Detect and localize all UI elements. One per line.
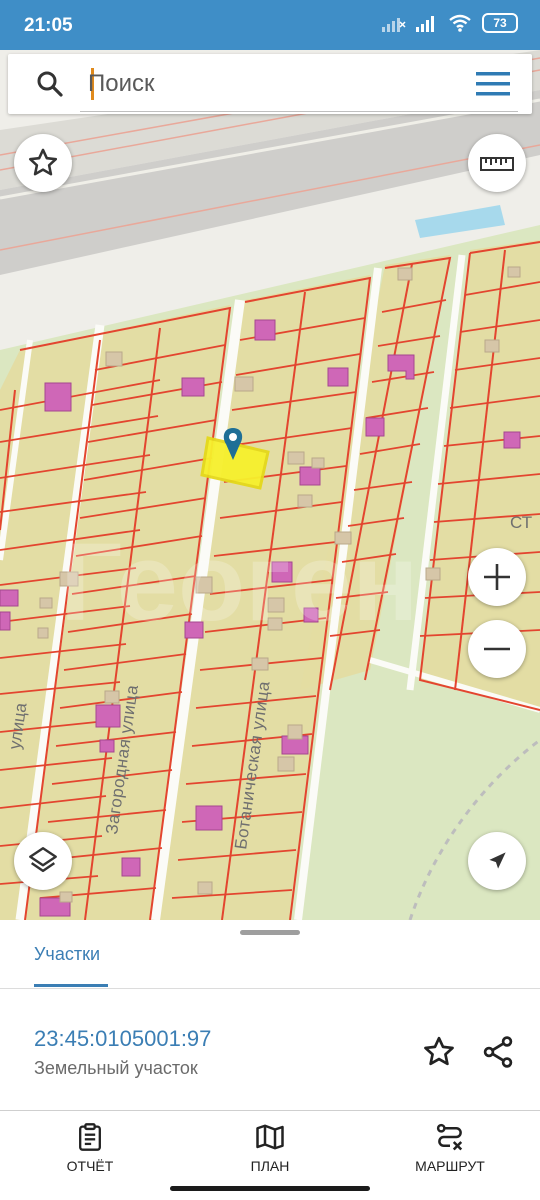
street-label-st: СТ (510, 513, 532, 532)
layers-icon (29, 847, 57, 873)
battery-indicator: 73 (482, 13, 518, 33)
signal-icon (416, 16, 434, 32)
parcel-number-link[interactable]: 23:45:0105001:97 (34, 1026, 211, 1052)
clipboard-icon (79, 1123, 101, 1151)
ruler-icon (480, 157, 514, 171)
plus-icon (484, 564, 510, 590)
zoom-out-button[interactable] (468, 620, 526, 678)
svg-text:Геоген: Геоген (60, 521, 419, 644)
zoom-in-button[interactable] (468, 548, 526, 606)
tab-parcels[interactable]: Участки (34, 944, 100, 965)
nav-report-button[interactable]: ОТЧЁТ (10, 1116, 170, 1186)
favorites-button[interactable] (14, 134, 72, 192)
nav-plan-button[interactable]: ПЛАН (190, 1116, 350, 1186)
status-bar: 21:05 73 (0, 0, 540, 50)
tab-divider (0, 988, 540, 989)
signal-off-icon (382, 18, 406, 32)
ruler-button[interactable] (468, 134, 526, 192)
route-icon (436, 1123, 463, 1151)
navigation-arrow-icon (489, 852, 506, 869)
sheet-drag-handle[interactable] (240, 930, 300, 935)
nav-plan-label: ПЛАН (250, 1158, 290, 1174)
bottom-nav-divider (0, 1110, 540, 1111)
bottom-sheet[interactable]: Участки 23:45:0105001:97 Земельный участ… (0, 920, 540, 1200)
search-icon[interactable] (36, 70, 64, 98)
cadastral-map[interactable]: Геоген Загородная улица Ботаническая ули… (0, 50, 540, 920)
map-view[interactable]: Геоген Загородная улица Ботаническая ули… (0, 50, 540, 920)
star-outline-icon (28, 148, 58, 176)
status-time: 21:05 (24, 15, 73, 36)
nav-route-label: МАРШРУТ (415, 1158, 485, 1174)
favorite-star-icon[interactable] (421, 1034, 457, 1070)
menu-icon[interactable] (476, 71, 510, 97)
home-indicator[interactable] (170, 1186, 370, 1191)
search-underline (80, 111, 518, 112)
minus-icon (484, 647, 510, 651)
nav-report-label: ОТЧЁТ (66, 1158, 114, 1174)
tab-indicator (34, 984, 108, 987)
parcel-type-label: Земельный участок (34, 1058, 198, 1078)
my-location-button[interactable] (468, 832, 526, 890)
wifi-icon (449, 14, 471, 32)
share-icon[interactable] (480, 1034, 516, 1070)
nav-route-button[interactable]: МАРШРУТ (370, 1116, 530, 1186)
layers-button[interactable] (14, 832, 72, 890)
search-input[interactable]: Поиск (88, 70, 155, 98)
search-bar[interactable]: Поиск (8, 54, 532, 114)
map-icon (256, 1124, 284, 1150)
